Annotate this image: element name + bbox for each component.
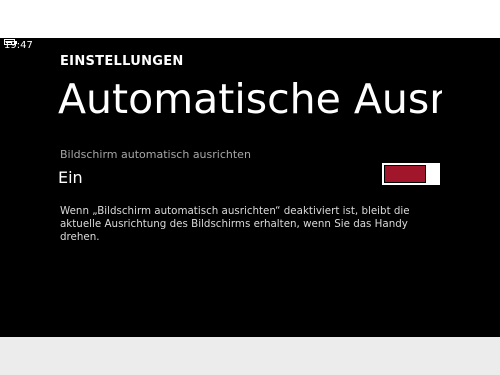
- section-header: EINSTELLUNGEN: [60, 54, 184, 69]
- toggle-fill: [385, 166, 425, 182]
- battery-icon: [4, 39, 17, 46]
- setting-value: Ein: [58, 168, 83, 187]
- auto-rotate-toggle[interactable]: [382, 163, 440, 185]
- top-margin: [0, 0, 500, 38]
- setting-label: Bildschirm automatisch ausrichten: [60, 148, 251, 161]
- phone-screen: 19:47 EINSTELLUNGEN Automatische Ausrich…: [0, 38, 500, 337]
- page-title: Automatische Ausrichtung: [58, 75, 442, 123]
- toggle-thumb[interactable]: [428, 163, 440, 185]
- setting-description: Wenn „Bildschirm automatisch ausrichten“…: [60, 205, 410, 243]
- bottom-margin: [0, 337, 500, 375]
